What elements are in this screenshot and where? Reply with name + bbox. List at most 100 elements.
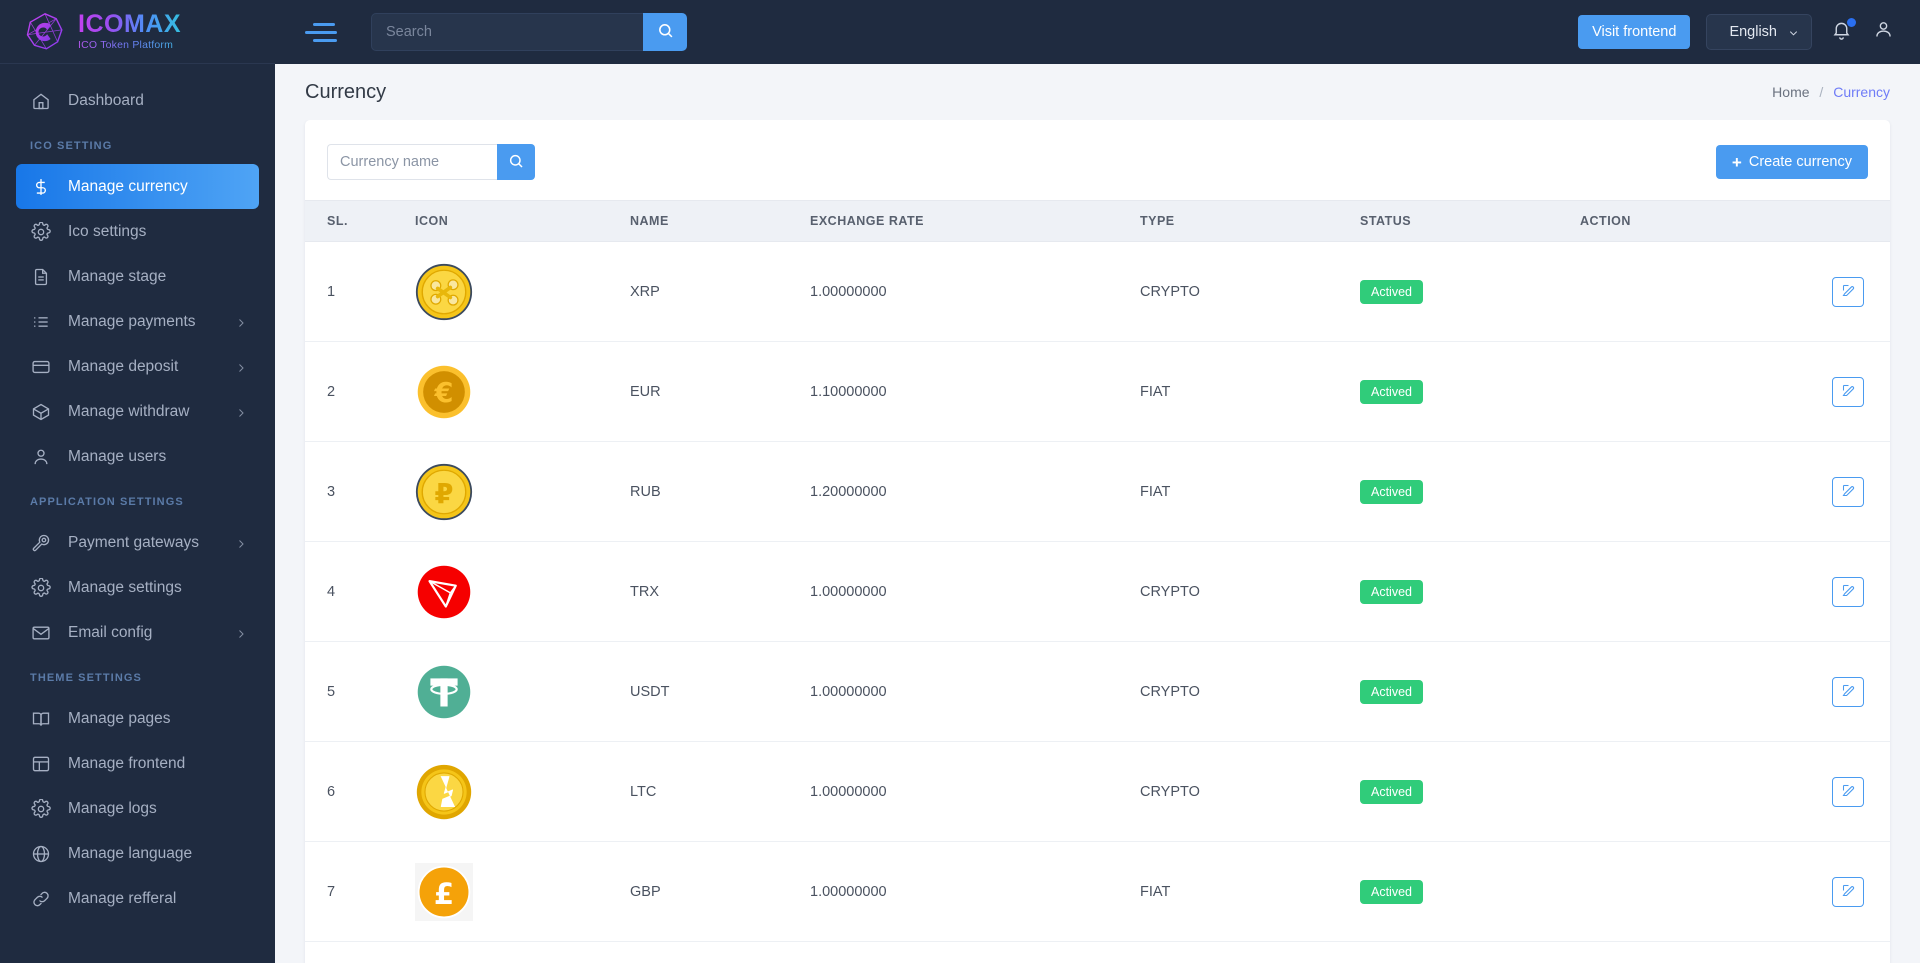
edit-currency-button[interactable] [1832, 876, 1864, 907]
cell-icon: € [415, 341, 630, 442]
column-header-sl: SL. [305, 200, 415, 242]
currency-search-button[interactable] [497, 144, 535, 180]
sidebar-item-manage-frontend[interactable]: Manage frontend [16, 741, 259, 786]
list-icon [30, 311, 52, 333]
sidebar-item-label: Dashboard [68, 91, 144, 109]
edit-currency-button[interactable] [1832, 676, 1864, 707]
currency-card: + Create currency SL. ICON NAME EXCHANGE… [305, 120, 1890, 963]
brand-subtitle: ICO Token Platform [78, 40, 181, 51]
sidebar-item-label: Manage stage [68, 267, 167, 285]
sidebar-item-manage-currency[interactable]: Manage currency [16, 164, 259, 209]
table-row: 7 £ GBP 1.00000000 FIAT Actived [305, 841, 1890, 942]
language-select[interactable]: English [1706, 14, 1812, 50]
box-icon [30, 401, 52, 423]
status-badge: Actived [1360, 779, 1423, 804]
dollar-icon [30, 176, 52, 198]
sidebar-item-manage-users[interactable]: Manage users [16, 434, 259, 479]
edit-currency-button[interactable] [1832, 476, 1864, 507]
cell-status: Actived [1360, 641, 1580, 742]
sidebar-item-manage-withdraw[interactable]: Manage withdraw [16, 389, 259, 434]
column-header-action: ACTION [1580, 200, 1890, 242]
breadcrumb-home[interactable]: Home [1772, 84, 1809, 100]
chevron-right-icon [235, 316, 247, 328]
create-currency-button[interactable]: + Create currency [1715, 145, 1868, 179]
status-badge: Actived [1360, 279, 1423, 304]
column-header-rate: EXCHANGE RATE [810, 200, 1140, 242]
sidebar-item-email-config[interactable]: Email config [16, 610, 259, 655]
global-search [371, 13, 687, 51]
content-scroll-area[interactable]: + Create currency SL. ICON NAME EXCHANGE… [275, 120, 1920, 963]
layout-icon [30, 753, 52, 775]
usdt-tether-coin-icon [415, 663, 473, 721]
cell-action [1580, 741, 1890, 842]
status-badge: Actived [1360, 879, 1423, 904]
gear-icon [30, 221, 52, 243]
sidebar-item-label: Manage users [68, 447, 167, 465]
home-icon [30, 90, 52, 112]
cell-type: CRYPTO [1140, 541, 1360, 642]
hamburger-icon[interactable] [305, 19, 339, 45]
svg-text:₽: ₽ [435, 478, 454, 509]
cell-action [1580, 341, 1890, 442]
cell-status: Actived [1360, 741, 1580, 842]
cell-icon [415, 741, 630, 842]
table-row: 1 XRP 1.00000000 CRYPTO Actived [305, 241, 1890, 342]
sidebar-item-label: Manage refferal [68, 889, 177, 907]
cell-exchange-rate: 1.00000000 [810, 841, 1140, 942]
cell-action [1580, 841, 1890, 942]
xrp-ripple-coin-icon [415, 263, 473, 321]
column-header-name: NAME [630, 200, 810, 242]
svg-text:€: € [434, 377, 454, 408]
sidebar-item-payment-gateways[interactable]: Payment gateways [16, 520, 259, 565]
table-row: 6 LTC 1.00000000 CRYPTO Actived [305, 741, 1890, 842]
edit-currency-button[interactable] [1832, 776, 1864, 807]
edit-currency-button[interactable] [1832, 376, 1864, 407]
cell-name: GBP [630, 841, 810, 942]
cell-exchange-rate: 1.20000000 [810, 441, 1140, 542]
sidebar-item-label: Manage frontend [68, 754, 186, 772]
notifications-button[interactable] [1828, 18, 1856, 45]
page-title: Currency [305, 80, 387, 103]
sidebar-item-ico-settings[interactable]: Ico settings [16, 209, 259, 254]
currency-name-input[interactable] [327, 144, 497, 180]
cell-icon: £ [415, 841, 630, 942]
cell-icon [415, 641, 630, 742]
sidebar-item-manage-payments[interactable]: Manage payments [16, 299, 259, 344]
search-button[interactable] [643, 13, 687, 51]
edit-currency-button[interactable] [1832, 276, 1864, 307]
sidebar-item-manage-pages[interactable]: Manage pages [16, 696, 259, 741]
sidebar-item-manage-refferal[interactable]: Manage refferal [16, 876, 259, 921]
sidebar-item-label: Ico settings [68, 222, 147, 240]
profile-button[interactable] [1870, 19, 1896, 45]
cell-action [1580, 541, 1890, 642]
breadcrumb-current: Currency [1833, 84, 1890, 100]
sidebar-item-manage-stage[interactable]: Manage stage [16, 254, 259, 299]
sidebar-item-label: Manage withdraw [68, 402, 190, 420]
cell-sl: 1 [305, 241, 415, 342]
cell-name: TRX [630, 541, 810, 642]
sidebar-item-manage-language[interactable]: Manage language [16, 831, 259, 876]
page-header: Currency Home / Currency [275, 64, 1920, 120]
search-input[interactable] [371, 13, 643, 51]
eur-euro-coin-icon: € [415, 363, 473, 421]
chevron-right-icon [235, 627, 247, 639]
edit-icon [1841, 883, 1856, 901]
brand-header[interactable]: ICOMAX ICO Token Platform [0, 0, 275, 64]
sidebar-item-manage-deposit[interactable]: Manage deposit [16, 344, 259, 389]
cell-name: USDT [630, 641, 810, 742]
user-icon [30, 446, 52, 468]
chevron-right-icon [235, 361, 247, 373]
sidebar-item-manage-logs[interactable]: Manage logs [16, 786, 259, 831]
sidebar-item-label: Manage deposit [68, 357, 179, 375]
sidebar-caption-theme-settings: THEME SETTINGS [30, 672, 142, 684]
sidebar-item-manage-settings[interactable]: Manage settings [16, 565, 259, 610]
cell-action [1580, 241, 1890, 342]
cell-status: Actived [1360, 841, 1580, 942]
cell-type: FIAT [1140, 341, 1360, 442]
cell-status: Actived [1360, 541, 1580, 642]
trx-tron-coin-icon [415, 563, 473, 621]
visit-frontend-button[interactable]: Visit frontend [1578, 15, 1691, 49]
edit-icon [1841, 383, 1856, 401]
sidebar-item-dashboard[interactable]: Dashboard [16, 78, 259, 123]
edit-currency-button[interactable] [1832, 576, 1864, 607]
